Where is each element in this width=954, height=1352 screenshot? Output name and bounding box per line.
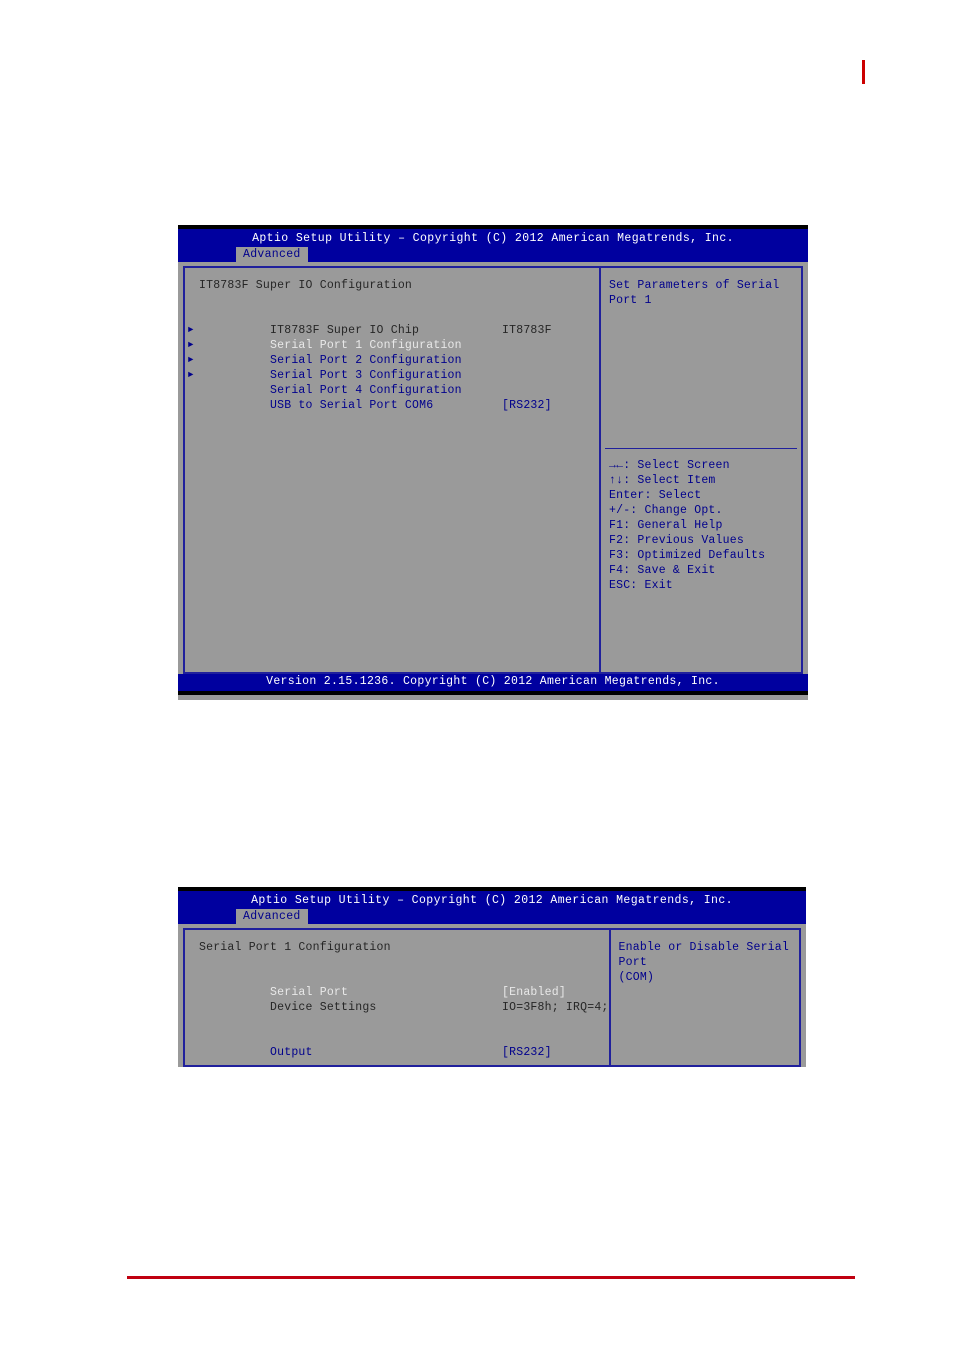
bios-screen-super-io: Aptio Setup Utility – Copyright (C) 2012…: [178, 225, 808, 700]
row-output[interactable]: Output [RS232]: [199, 1030, 609, 1059]
help-text: Set Parameters of Serial Port 1: [609, 279, 780, 307]
section-title: Serial Port 1 Configuration: [199, 941, 391, 954]
bios-body: Serial Port 1 Configuration Serial Port[…: [178, 924, 806, 1067]
bios-screen-serial-port-1: Aptio Setup Utility – Copyright (C) 2012…: [178, 887, 806, 1067]
row-usb-to-serial-port-com6[interactable]: USB to Serial Port COM6 [RS232]: [199, 383, 599, 412]
section-title: IT8783F Super IO Configuration: [199, 279, 413, 292]
row-value: [RS232]: [502, 399, 552, 412]
chevron-right-icon: ►: [188, 340, 194, 350]
key-save-and-exit: F4: Save & Exit: [609, 564, 716, 577]
page-top-marker: [862, 60, 865, 84]
key-change-opt: +/-: Change Opt.: [609, 504, 723, 517]
key-legend: →←: Select Screen ↑↓: Select Item Enter:…: [609, 458, 765, 593]
help-pane: Enable or Disable Serial Port (COM): [611, 930, 799, 1065]
key-optimized-defaults: F3: Optimized Defaults: [609, 549, 766, 562]
bios-title-bar: Aptio Setup Utility – Copyright (C) 2012…: [178, 229, 808, 247]
chevron-right-icon: ►: [188, 355, 194, 365]
row-label: Device Settings: [270, 1001, 377, 1014]
bios-footer: Version 2.15.1236. Copyright (C) 2012 Am…: [178, 674, 808, 691]
row-super-io-chip: IT8783F Super IO Chip IT8783F: [199, 308, 599, 337]
settings-pane: Serial Port 1 Configuration Serial Port[…: [185, 930, 609, 1065]
key-previous-values: F2: Previous Values: [609, 534, 744, 547]
help-text: Enable or Disable Serial Port (COM): [618, 941, 789, 984]
chevron-right-icon: ►: [188, 325, 194, 335]
key-general-help: F1: General Help: [609, 519, 723, 532]
help-pane: Set Parameters of Serial Port 1 →←: Sele…: [601, 268, 801, 672]
page-bottom-rule: [127, 1276, 855, 1279]
bios-panes: IT8783F Super IO Configuration IT8783F S…: [183, 266, 803, 674]
tab-advanced[interactable]: Advanced: [236, 247, 308, 262]
key-select-item: ↑↓: Select Item: [609, 474, 716, 487]
row-value: [RS232]: [502, 1046, 552, 1059]
row-label: USB to Serial Port COM6: [270, 399, 434, 412]
row-serial-port-1-configuration[interactable]: ► Serial Port 1 Configuration: [188, 323, 599, 352]
bios-title-bar: Aptio Setup Utility – Copyright (C) 2012…: [178, 891, 806, 909]
key-select-screen: →←: Select Screen: [609, 459, 730, 472]
bios-tab-bar: Advanced: [178, 909, 806, 924]
bios-panes: Serial Port 1 Configuration Serial Port[…: [183, 928, 801, 1067]
row-serial-port[interactable]: Serial Port [Enabled]: [199, 970, 609, 999]
bios-body: IT8783F Super IO Configuration IT8783F S…: [178, 262, 808, 674]
key-esc-exit: ESC: Exit: [609, 579, 673, 592]
row-label: Output: [270, 1046, 313, 1059]
chevron-right-icon: ►: [188, 370, 194, 380]
row-value: IO=3F8h; IRQ=4;: [502, 1001, 609, 1014]
tab-advanced[interactable]: Advanced: [236, 909, 308, 924]
window-bottom-border: [178, 691, 808, 695]
help-separator: [605, 448, 797, 449]
key-enter-select: Enter: Select: [609, 489, 702, 502]
row-serial-port-3-configuration[interactable]: ► Serial Port 3 Configuration: [188, 353, 599, 382]
row-serial-port-4-configuration[interactable]: ► Serial Port 4 Configuration: [188, 368, 599, 397]
bios-tab-bar: Advanced: [178, 247, 808, 262]
row-device-settings: Device Settings IO=3F8h; IRQ=4;: [199, 985, 609, 1014]
row-serial-port-2-configuration[interactable]: ► Serial Port 2 Configuration: [188, 338, 599, 367]
settings-pane: IT8783F Super IO Configuration IT8783F S…: [185, 268, 599, 672]
